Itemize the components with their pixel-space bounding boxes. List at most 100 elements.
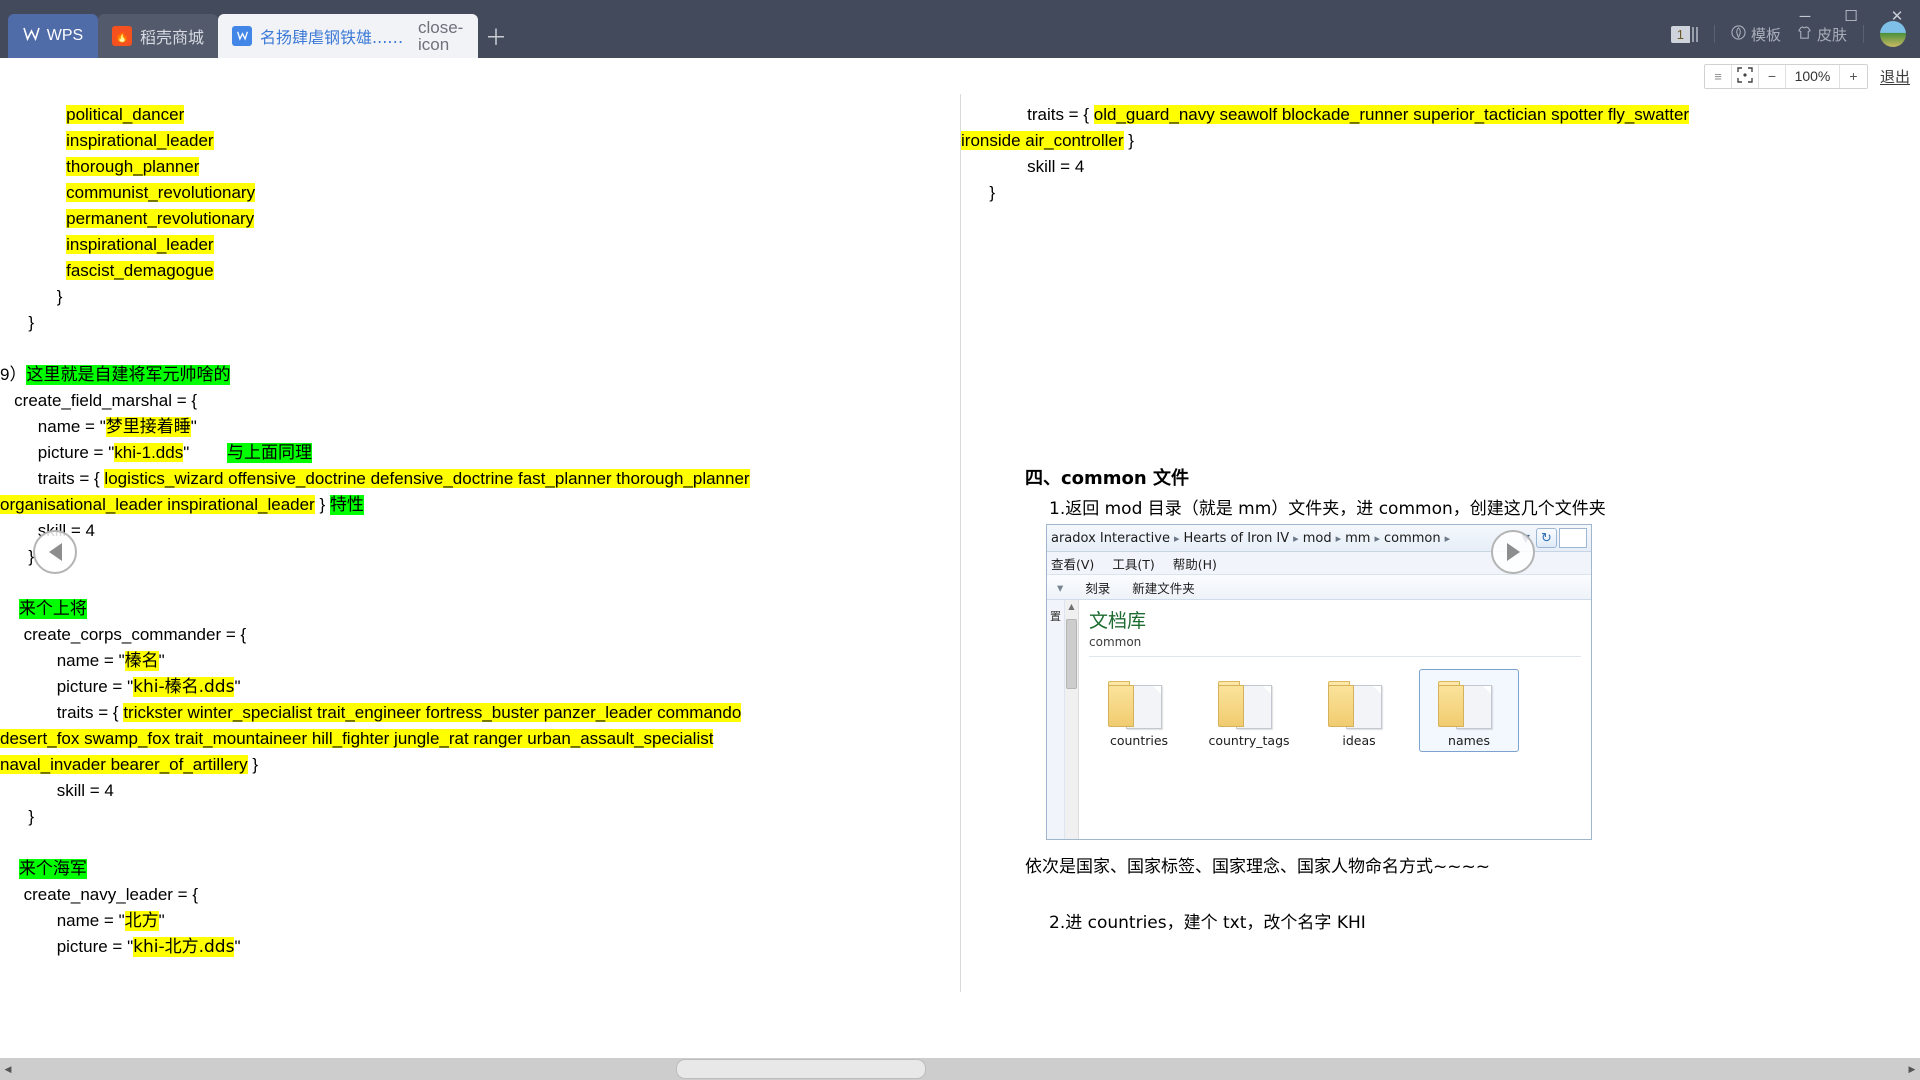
document-line: } (0, 310, 960, 336)
fit-screen-icon (1737, 66, 1753, 86)
document-line: create_corps_commander = { (0, 622, 960, 648)
code-text: " (158, 651, 165, 670)
code-text: create_corps_commander = { (0, 625, 247, 644)
wps-home-button[interactable]: WPS (8, 14, 98, 58)
highlighted-text: naval_invader bearer_of_artillery (0, 755, 248, 774)
scrollbar-thumb[interactable] (676, 1059, 926, 1079)
tab-label: 名扬肆虐钢铁雄...制作新人友好型 (260, 28, 404, 47)
code-text: name = " (0, 651, 125, 670)
highlighted-text: desert_fox swamp_fox trait_mountaineer h… (0, 729, 714, 748)
document-line: traits = { trickster winter_specialist t… (0, 700, 960, 726)
prev-page-button[interactable] (33, 530, 77, 574)
browser-tab-document[interactable]: 名扬肆虐钢铁雄...制作新人友好型 close-icon (218, 14, 479, 58)
section-heading: 四、common 文件 (1025, 468, 1189, 489)
highlighted-text: old_guard_navy seawolf blockade_runner s… (1093, 105, 1690, 124)
document-line: 9）这里就是自建将军元帅啥的 (0, 362, 960, 388)
close-icon[interactable]: close-icon (418, 19, 464, 53)
next-page-arrow-icon (1506, 543, 1520, 561)
document-line: inspirational_leader (0, 128, 960, 154)
menu-help[interactable]: 帮助(H) (1173, 554, 1217, 573)
document-line: picture = "khi-北方.dds" (0, 934, 960, 960)
code-text: picture = " (0, 677, 134, 696)
close-window-button[interactable]: ✕ (1874, 0, 1920, 32)
document-line: ironside air_controller } (961, 128, 1920, 154)
breadcrumb-item[interactable]: Hearts of Iron IV (1183, 531, 1289, 546)
reader-toolbar: ≡ − 100% + 退出 (0, 58, 1920, 94)
document-line: name = "梦里接着睡" (0, 414, 960, 440)
zoom-level-value[interactable]: 100% (1785, 64, 1840, 88)
document-line: } (0, 284, 960, 310)
document-line: traits = { logistics_wizard offensive_do… (0, 466, 960, 492)
code-text: picture = " (0, 937, 134, 956)
folder-icon (1326, 675, 1392, 729)
zoom-in-button[interactable]: + (1839, 64, 1867, 88)
burn-button[interactable]: 刻录 (1085, 578, 1110, 597)
folder-label: country_tags (1208, 733, 1290, 748)
grip-handle-icon[interactable]: ≡ (1704, 64, 1732, 88)
exit-reader-button[interactable]: 退出 (1880, 66, 1910, 87)
divider (1713, 25, 1715, 43)
folder-item[interactable]: names (1419, 669, 1519, 752)
folder-item[interactable]: countries (1089, 669, 1189, 752)
step-2-text: 2.进 countries，建个 txt，改个名字 KHI (1049, 913, 1366, 933)
folder-caption: 依次是国家、国家标签、国家理念、国家人物命名方式~~~~ (1025, 857, 1490, 877)
minimize-icon: ─ (1799, 7, 1811, 25)
page-count-indicator[interactable]: 1 (1670, 25, 1698, 43)
explorer-search-input[interactable] (1559, 528, 1587, 548)
breadcrumb-item[interactable]: mm (1345, 531, 1370, 546)
refresh-icon[interactable]: ↻ (1536, 528, 1557, 548)
highlighted-text: inspirational_leader (66, 131, 214, 150)
new-folder-button[interactable]: 新建文件夹 (1132, 578, 1195, 597)
template-button[interactable]: 模板 (1731, 24, 1781, 45)
document-line: desert_fox swamp_fox trait_mountaineer h… (0, 726, 960, 752)
fit-screen-button[interactable] (1731, 64, 1759, 88)
scroll-up-icon[interactable]: ▲ (1068, 602, 1074, 611)
scroll-right-icon[interactable]: ▶ (1904, 1064, 1920, 1075)
title-bar: WPS 🔥 稻壳商城 名扬肆虐钢铁雄...制作新人友好型 close-icon … (0, 0, 1920, 58)
folder-item[interactable]: ideas (1309, 669, 1409, 752)
breadcrumb-separator-icon: ▸ (1444, 531, 1451, 545)
code-text: name = " (0, 417, 106, 436)
highlighted-text: trickster winter_specialist trait_engine… (123, 703, 742, 722)
document-line: name = "榛名" (0, 648, 960, 674)
template-icon (1731, 24, 1746, 44)
scroll-left-icon[interactable]: ◀ (0, 1064, 16, 1075)
breadcrumb-item[interactable]: aradox Interactive (1051, 531, 1170, 546)
explorer-scrollbar[interactable]: ▲ (1065, 600, 1079, 839)
maximize-icon: ☐ (1844, 8, 1858, 25)
highlighted-text: khi-北方.dds (133, 937, 235, 957)
folder-item[interactable]: country_tags (1199, 669, 1299, 752)
browser-tab-store[interactable]: 🔥 稻壳商城 (98, 14, 219, 58)
folder-label: ideas (1342, 733, 1376, 748)
breadcrumb-item[interactable]: mod (1303, 531, 1332, 546)
document-page-right: traits = { old_guard_navy seawolf blocka… (961, 94, 1920, 933)
code-text: traits = { (0, 469, 105, 488)
folder-icon (1436, 675, 1502, 729)
scrollbar-thumb[interactable] (1066, 619, 1077, 689)
horizontal-scrollbar[interactable]: ◀ ▶ (0, 1058, 1920, 1080)
scrollbar-track[interactable] (16, 1058, 1904, 1080)
template-label: 模板 (1750, 25, 1781, 44)
code-text: } (1123, 131, 1134, 150)
menu-tools[interactable]: 工具(T) (1112, 554, 1154, 573)
document-line: name = "北方" (0, 908, 960, 934)
highlighted-text: 特性 (329, 495, 364, 515)
maximize-button[interactable]: ☐ (1828, 0, 1874, 32)
document-line: thorough_planner (0, 154, 960, 180)
next-page-button[interactable] (1491, 530, 1535, 574)
minimize-button[interactable]: ─ (1782, 0, 1828, 32)
divider (1089, 656, 1581, 657)
breadcrumb-item[interactable]: common (1384, 531, 1441, 546)
new-tab-button[interactable]: ＋ (478, 14, 514, 58)
menu-view[interactable]: 查看(V) (1051, 554, 1094, 573)
code-text: picture = " (0, 443, 115, 462)
folder-label: countries (1109, 733, 1169, 748)
document-line: 来个海军 (0, 856, 960, 882)
highlighted-text: political_dancer (66, 105, 185, 124)
code-text: " (158, 911, 165, 930)
zoom-out-button[interactable]: − (1758, 64, 1786, 88)
code-text: } (314, 495, 330, 514)
